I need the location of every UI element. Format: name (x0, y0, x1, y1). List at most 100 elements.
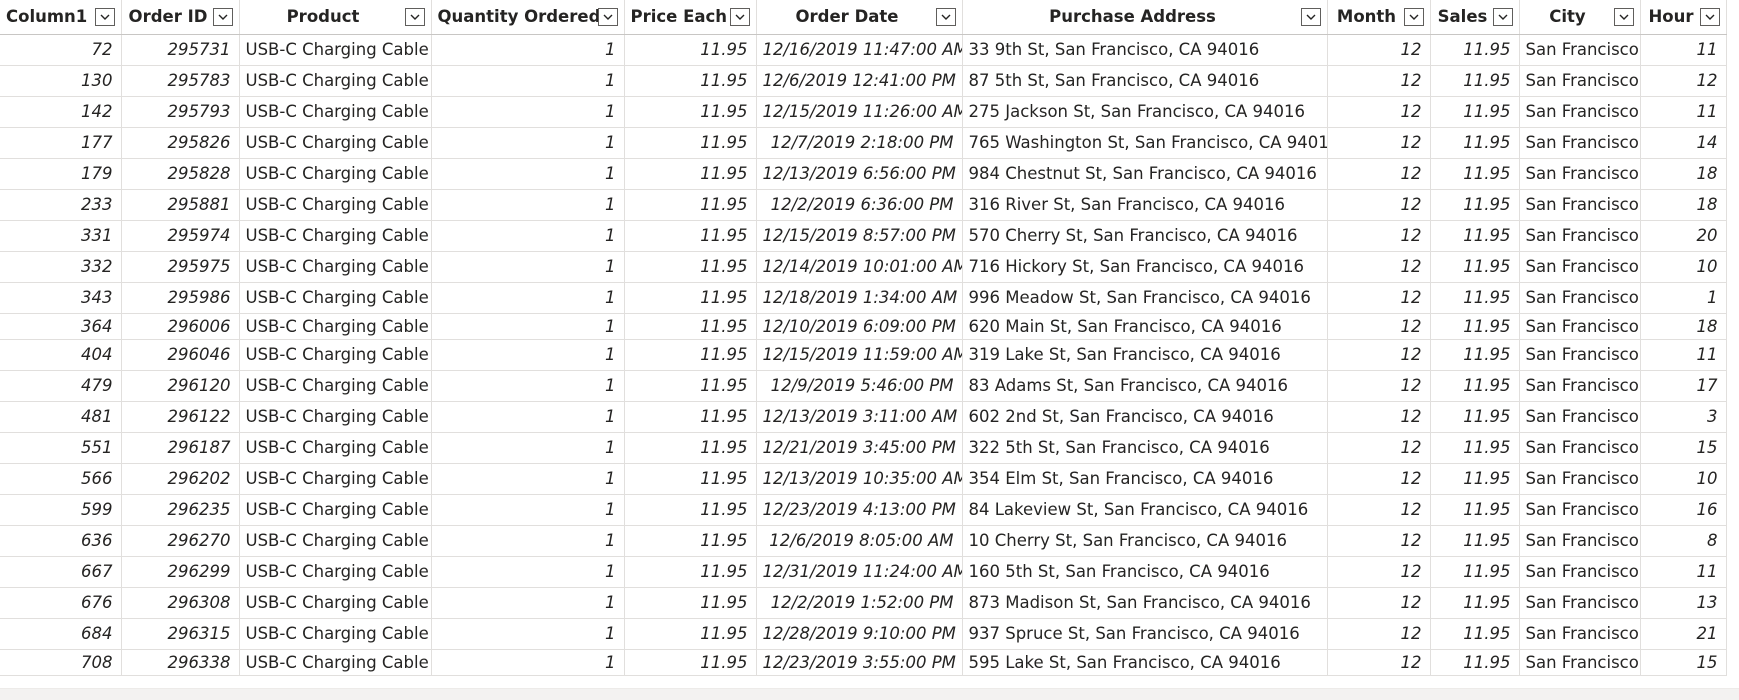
cell-city[interactable]: San Francisco (1519, 494, 1641, 526)
cell-date[interactable]: 12/10/2019 6:09:00 PM (756, 313, 963, 340)
cell-order_id[interactable]: 295828 (121, 158, 240, 190)
cell-date[interactable]: 12/2/2019 1:52:00 PM (756, 587, 963, 619)
cell-month[interactable]: 12 (1327, 65, 1431, 97)
cell-product[interactable]: USB-C Charging Cable (239, 432, 432, 464)
table-row[interactable]: 481 296122 USB-C Charging Cable 1 11.95 12/13… (0, 401, 1727, 433)
table-row[interactable]: 130 295783 USB-C Charging Cable 1 11.95 12/6/… (0, 65, 1727, 97)
cell-date[interactable]: 12/23/2019 4:13:00 PM (756, 494, 963, 526)
cell-product[interactable]: USB-C Charging Cable (239, 463, 432, 495)
table-row[interactable]: 332 295975 USB-C Charging Cable 1 11.95 12/14… (0, 251, 1727, 283)
cell-month[interactable]: 12 (1327, 556, 1431, 588)
cell-order_id[interactable]: 295783 (121, 65, 240, 97)
cell-order_id[interactable]: 295986 (121, 282, 240, 314)
cell-col1[interactable]: 343 (0, 282, 122, 314)
cell-product[interactable]: USB-C Charging Cable (239, 282, 432, 314)
cell-order_id[interactable]: 295975 (121, 251, 240, 283)
cell-sales[interactable]: 11.95 (1430, 34, 1520, 66)
cell-month[interactable]: 12 (1327, 649, 1431, 676)
cell-city[interactable]: San Francisco (1519, 65, 1641, 97)
horizontal-scrollbar[interactable] (0, 688, 1739, 700)
cell-address[interactable]: 595 Lake St, San Francisco, CA 94016 (962, 649, 1328, 676)
cell-col1[interactable]: 332 (0, 251, 122, 283)
cell-month[interactable]: 12 (1327, 34, 1431, 66)
filter-dropdown-button[interactable] (94, 8, 115, 26)
table-row[interactable]: 177 295826 USB-C Charging Cable 1 11.95 12/7/… (0, 127, 1727, 159)
filter-dropdown-button[interactable] (935, 8, 956, 26)
cell-col1[interactable]: 676 (0, 587, 122, 619)
cell-hour[interactable]: 11 (1640, 96, 1727, 128)
cell-sales[interactable]: 11.95 (1430, 96, 1520, 128)
cell-order_id[interactable]: 296120 (121, 370, 240, 402)
cell-price[interactable]: 11.95 (624, 618, 757, 650)
cell-city[interactable]: San Francisco (1519, 618, 1641, 650)
cell-product[interactable]: USB-C Charging Cable (239, 127, 432, 159)
cell-address[interactable]: 620 Main St, San Francisco, CA 94016 (962, 313, 1328, 340)
cell-hour[interactable]: 17 (1640, 370, 1727, 402)
cell-qty[interactable]: 1 (431, 649, 625, 676)
cell-price[interactable]: 11.95 (624, 313, 757, 340)
cell-address[interactable]: 322 5th St, San Francisco, CA 94016 (962, 432, 1328, 464)
cell-price[interactable]: 11.95 (624, 339, 757, 371)
cell-col1[interactable]: 708 (0, 649, 122, 676)
cell-date[interactable]: 12/13/2019 3:11:00 AM (756, 401, 963, 433)
cell-address[interactable]: 33 9th St, San Francisco, CA 94016 (962, 34, 1328, 66)
table-row[interactable]: 233 295881 USB-C Charging Cable 1 11.95 12/2/… (0, 189, 1727, 221)
cell-sales[interactable]: 11.95 (1430, 65, 1520, 97)
cell-date[interactable]: 12/31/2019 11:24:00 AM (756, 556, 963, 588)
cell-hour[interactable]: 8 (1640, 525, 1727, 557)
cell-price[interactable]: 11.95 (624, 525, 757, 557)
cell-product[interactable]: USB-C Charging Cable (239, 649, 432, 676)
cell-hour[interactable]: 16 (1640, 494, 1727, 526)
column-header-hour[interactable]: Hour (1640, 0, 1727, 35)
cell-order_id[interactable]: 296006 (121, 313, 240, 340)
cell-price[interactable]: 11.95 (624, 127, 757, 159)
cell-product[interactable]: USB-C Charging Cable (239, 220, 432, 252)
cell-city[interactable]: San Francisco (1519, 127, 1641, 159)
cell-price[interactable]: 11.95 (624, 494, 757, 526)
cell-product[interactable]: USB-C Charging Cable (239, 618, 432, 650)
column-header-sales[interactable]: Sales (1430, 0, 1520, 35)
cell-city[interactable]: San Francisco (1519, 339, 1641, 371)
cell-date[interactable]: 12/2/2019 6:36:00 PM (756, 189, 963, 221)
cell-sales[interactable]: 11.95 (1430, 189, 1520, 221)
cell-address[interactable]: 160 5th St, San Francisco, CA 94016 (962, 556, 1328, 588)
cell-qty[interactable]: 1 (431, 65, 625, 97)
cell-price[interactable]: 11.95 (624, 401, 757, 433)
cell-price[interactable]: 11.95 (624, 649, 757, 676)
filter-dropdown-button[interactable] (1613, 8, 1634, 26)
table-row[interactable]: 636 296270 USB-C Charging Cable 1 11.95 12/6/… (0, 525, 1727, 557)
column-header-month[interactable]: Month (1327, 0, 1431, 35)
table-row[interactable]: 708 296338 USB-C Charging Cable 1 11.95 12/23… (0, 649, 1727, 676)
cell-hour[interactable]: 3 (1640, 401, 1727, 433)
cell-sales[interactable]: 11.95 (1430, 282, 1520, 314)
cell-date[interactable]: 12/15/2019 11:59:00 AM (756, 339, 963, 371)
filter-dropdown-button[interactable] (1492, 8, 1513, 26)
cell-month[interactable]: 12 (1327, 463, 1431, 495)
cell-price[interactable]: 11.95 (624, 251, 757, 283)
cell-date[interactable]: 12/23/2019 3:55:00 PM (756, 649, 963, 676)
table-row[interactable]: 331 295974 USB-C Charging Cable 1 11.95 12/15… (0, 220, 1727, 252)
cell-col1[interactable]: 177 (0, 127, 122, 159)
table-row[interactable]: 364 296006 USB-C Charging Cable 1 11.95 12/10… (0, 313, 1727, 340)
column-header-column1[interactable]: Column1 (0, 0, 122, 35)
filter-dropdown-button[interactable] (597, 8, 618, 26)
cell-qty[interactable]: 1 (431, 96, 625, 128)
cell-col1[interactable]: 684 (0, 618, 122, 650)
cell-month[interactable]: 12 (1327, 189, 1431, 221)
filter-dropdown-button[interactable] (729, 8, 750, 26)
cell-col1[interactable]: 233 (0, 189, 122, 221)
cell-city[interactable]: San Francisco (1519, 189, 1641, 221)
cell-month[interactable]: 12 (1327, 401, 1431, 433)
column-header-purchase-address[interactable]: Purchase Address (962, 0, 1328, 35)
cell-product[interactable]: USB-C Charging Cable (239, 96, 432, 128)
column-header-order-id[interactable]: Order ID (121, 0, 240, 35)
cell-qty[interactable]: 1 (431, 339, 625, 371)
cell-month[interactable]: 12 (1327, 432, 1431, 464)
cell-address[interactable]: 937 Spruce St, San Francisco, CA 94016 (962, 618, 1328, 650)
cell-product[interactable]: USB-C Charging Cable (239, 189, 432, 221)
cell-sales[interactable]: 11.95 (1430, 494, 1520, 526)
cell-hour[interactable]: 11 (1640, 34, 1727, 66)
cell-hour[interactable]: 20 (1640, 220, 1727, 252)
cell-price[interactable]: 11.95 (624, 370, 757, 402)
cell-month[interactable]: 12 (1327, 96, 1431, 128)
